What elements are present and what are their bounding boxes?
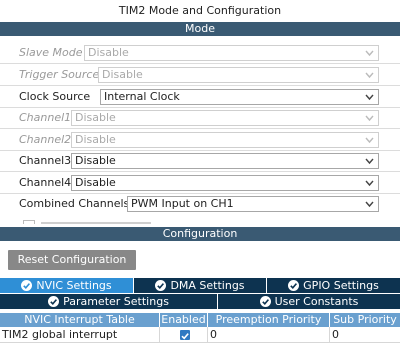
window-title: TIM2 Mode and Configuration <box>118 4 282 17</box>
tab-label: Parameter Settings <box>63 295 169 308</box>
chevron-down-icon <box>365 72 374 79</box>
channel2-select[interactable]: Disable <box>71 132 379 148</box>
trigger-source-select[interactable]: Disable <box>98 67 379 83</box>
chevron-down-icon <box>365 50 374 57</box>
column-header-preemption-priority[interactable]: Preemption Priority <box>208 313 330 327</box>
tab-parameter-settings[interactable]: Parameter Settings <box>0 294 218 309</box>
slave-mode-select[interactable]: Disable <box>84 45 379 61</box>
row-divider <box>0 193 400 194</box>
combined-channels-label: Combined Channels <box>19 197 130 210</box>
channel4-value: Disable <box>75 176 116 189</box>
tab-nvic-settings[interactable]: NVIC Settings <box>0 278 134 293</box>
channel3-select[interactable]: Disable <box>71 153 379 169</box>
column-header-sub-priority[interactable]: Sub Priority <box>330 313 400 327</box>
check-circle-icon <box>21 280 33 291</box>
channel1-value: Disable <box>75 111 116 124</box>
channel2-value: Disable <box>75 133 116 146</box>
clock-source-select[interactable]: Internal Clock <box>100 89 379 105</box>
tab-gpio-settings[interactable]: GPIO Settings <box>267 278 400 293</box>
column-header-enabled[interactable]: Enabled <box>160 313 208 327</box>
check-circle-icon <box>288 280 300 291</box>
chevron-down-icon <box>365 137 374 144</box>
row-divider <box>0 171 400 172</box>
clipped-option-row <box>19 218 169 224</box>
trigger-source-label: Trigger Source <box>19 68 100 81</box>
checkmark-icon <box>181 333 189 340</box>
tab-label: GPIO Settings <box>303 279 379 292</box>
row-divider <box>0 150 400 151</box>
channel2-label: Channel2 <box>19 133 72 146</box>
chevron-down-icon <box>365 158 374 165</box>
sub-priority-cell[interactable]: 0 <box>330 327 400 343</box>
clock-source-label: Clock Source <box>19 90 91 103</box>
check-circle-icon <box>48 296 60 307</box>
tab-dma-settings[interactable]: DMA Settings <box>134 278 267 293</box>
preemption-priority-cell[interactable]: 0 <box>208 327 330 343</box>
column-header-interrupt[interactable]: NVIC Interrupt Table <box>0 313 160 327</box>
chevron-down-icon <box>365 201 374 208</box>
combined-channels-value: PWM Input on CH1 <box>131 197 234 210</box>
chevron-down-icon <box>365 94 374 101</box>
trigger-source-value: Disable <box>102 68 143 81</box>
slave-mode-value: Disable <box>88 46 129 59</box>
row-divider <box>0 85 400 86</box>
chevron-down-icon <box>365 115 374 122</box>
channel1-label: Channel1 <box>19 111 72 124</box>
enabled-cell <box>160 327 208 343</box>
channel4-label: Channel4 <box>19 176 72 189</box>
chevron-down-icon <box>365 180 374 187</box>
channel1-select[interactable]: Disable <box>71 110 379 126</box>
tab-label: DMA Settings <box>170 279 245 292</box>
tab-user-constants[interactable]: User Constants <box>218 294 400 309</box>
interrupt-name-cell: TIM2 global interrupt <box>0 327 160 343</box>
row-divider <box>0 63 400 64</box>
tab-label: NVIC Settings <box>36 279 112 292</box>
reset-configuration-button[interactable]: Reset Configuration <box>8 250 136 270</box>
channel4-select[interactable]: Disable <box>71 175 379 191</box>
channel3-label: Channel3 <box>19 154 72 167</box>
enabled-checkbox[interactable] <box>180 330 190 340</box>
check-circle-icon <box>155 280 167 291</box>
channel3-value: Disable <box>75 154 116 167</box>
tab-label: User Constants <box>274 295 359 308</box>
clock-source-value: Internal Clock <box>104 90 180 103</box>
slave-mode-label: Slave Mode <box>19 46 83 59</box>
check-circle-icon <box>259 296 271 307</box>
mode-section-header: Mode <box>0 22 400 36</box>
configuration-section-header: Configuration <box>0 227 400 241</box>
combined-channels-select[interactable]: PWM Input on CH1 <box>127 196 379 212</box>
row-divider <box>0 107 400 108</box>
row-divider <box>0 128 400 129</box>
